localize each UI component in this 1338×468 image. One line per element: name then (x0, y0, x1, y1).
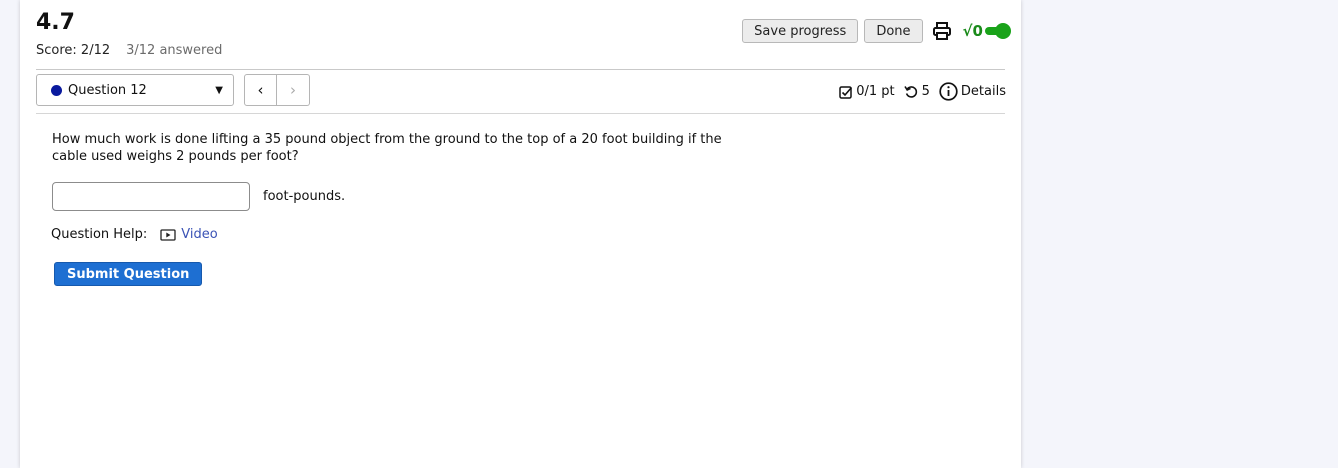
video-icon (160, 228, 176, 241)
print-button[interactable] (929, 19, 955, 43)
answer-input[interactable] (52, 182, 250, 211)
top-actions: Save progress Done √0 (742, 19, 1011, 43)
assignment-panel: 4.7 Score: 2/12 3/12 answered Save progre… (20, 0, 1021, 468)
next-question-button[interactable]: › (277, 74, 310, 106)
chevron-right-icon: › (290, 81, 296, 99)
details-button[interactable]: Details (939, 82, 1006, 101)
toggle-knob (995, 23, 1011, 39)
attempts-indicator: 5 (903, 84, 930, 99)
math-display-toggle[interactable]: √0 (962, 22, 1011, 40)
chevron-left-icon: ‹ (257, 81, 264, 99)
question-meta: 0/1 pt 5 Details (830, 82, 1006, 101)
question-help-label: Question Help: (51, 227, 148, 242)
toggle-switch (985, 23, 1011, 39)
retry-icon (903, 85, 917, 98)
question-divider (36, 113, 1005, 114)
printer-icon (932, 22, 951, 40)
video-link-label: Video (181, 227, 218, 242)
question-select-label: Question 12 (68, 82, 147, 98)
question-text: How much work is done lifting a 35 pound… (52, 132, 722, 164)
previous-question-button[interactable]: ‹ (244, 74, 277, 106)
save-progress-button[interactable]: Save progress (742, 19, 859, 43)
details-label: Details (960, 84, 1006, 99)
sqrt-icon: √0 (962, 22, 983, 40)
header-divider (36, 69, 1005, 70)
question-help: Question Help: Video (51, 227, 218, 242)
answered-count: 3/12 answered (126, 43, 223, 58)
question-nav: ‹ › (244, 74, 310, 106)
checkbox-icon (839, 85, 853, 99)
attempts-count: 5 (921, 84, 930, 99)
points-text: 0/1 pt (856, 84, 895, 99)
done-button[interactable]: Done (864, 19, 923, 43)
video-help-link[interactable]: Video (160, 227, 218, 242)
answer-unit: foot-pounds. (263, 189, 346, 204)
info-icon (939, 82, 958, 101)
score-text: Score: 2/12 (36, 43, 111, 58)
points-indicator: 0/1 pt (839, 84, 895, 99)
page-title: 4.7 (36, 10, 75, 35)
caret-down-icon: ▼ (215, 84, 223, 96)
score-row: Score: 2/12 3/12 answered (36, 43, 222, 58)
question-select[interactable]: Question 12 ▼ (36, 74, 234, 106)
submit-question-button[interactable]: Submit Question (54, 262, 203, 286)
question-status-dot (51, 84, 62, 96)
answer-row: foot-pounds. (52, 182, 345, 211)
